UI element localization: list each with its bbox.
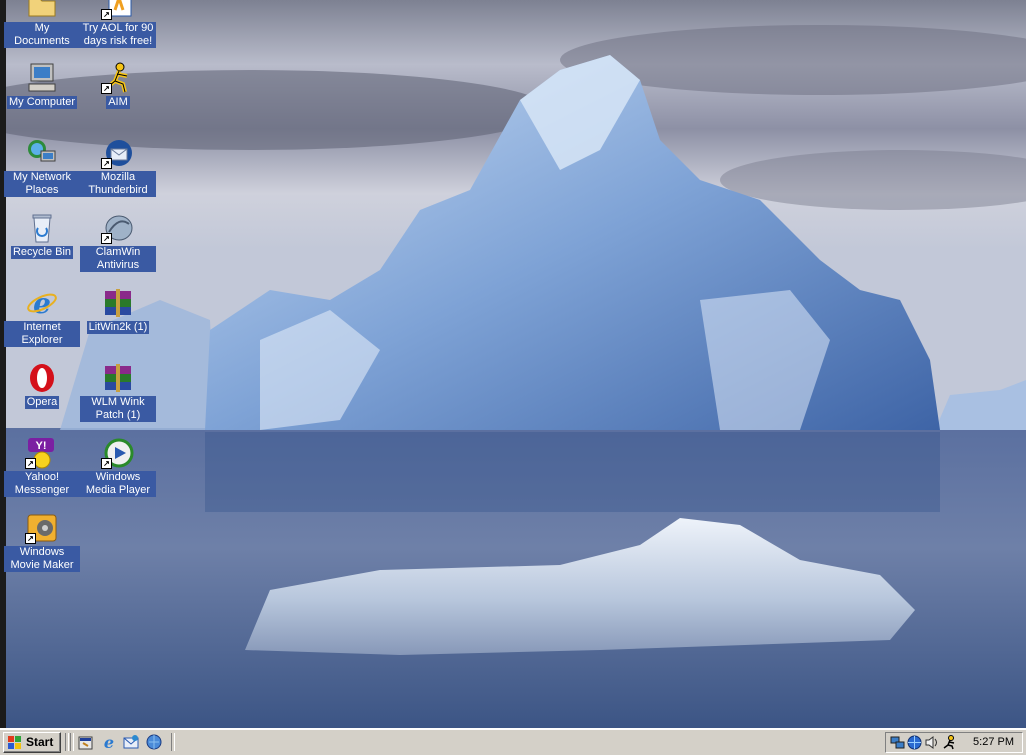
ie-icon: e [25, 287, 59, 320]
taskbar-separator [65, 733, 69, 751]
opera-icon [25, 362, 59, 394]
desktop-icon-windows-movie-maker[interactable]: ↗ Windows Movie Maker [4, 512, 80, 572]
aim-icon: ↗ [101, 62, 135, 94]
yahoo-messenger-icon: Y! ↗ [25, 437, 59, 469]
desktop-icon-mozilla-thunderbird[interactable]: ↗ Mozilla Thunderbird [80, 137, 156, 197]
taskbar: Start e 5:27 PM [0, 728, 1026, 755]
desktop-icon-opera[interactable]: Opera [4, 362, 80, 409]
desktop-icon-internet-explorer[interactable]: e Internet Explorer [4, 287, 80, 347]
shortcut-arrow-icon: ↗ [101, 83, 112, 94]
winrar-archive-icon [101, 287, 135, 319]
aim-tray-icon[interactable] [942, 735, 957, 750]
recycle-bin-icon [25, 212, 59, 244]
desktop-icon-label: Try AOL for 90 days risk free! [80, 22, 156, 48]
desktop-icon-label: Mozilla Thunderbird [80, 171, 156, 197]
desktop-icon-label: Opera [24, 396, 60, 409]
aol-icon: ↗ [101, 0, 135, 20]
desktop-icon-aim[interactable]: ↗ AIM [80, 62, 156, 109]
shortcut-arrow-icon: ↗ [101, 458, 112, 469]
network-icon [25, 137, 59, 169]
shortcut-arrow-icon: ↗ [101, 9, 112, 20]
start-label: Start [26, 735, 54, 749]
shortcut-arrow-icon: ↗ [25, 458, 36, 469]
globe-tray-icon[interactable] [907, 735, 922, 750]
system-tray: 5:27 PM [885, 732, 1023, 753]
shortcut-arrow-icon: ↗ [25, 533, 36, 544]
desktop-icon-label: My Documents [4, 22, 80, 48]
show-desktop-icon[interactable] [78, 734, 94, 750]
svg-text:e: e [33, 287, 51, 319]
network-tray-icon[interactable] [890, 735, 905, 750]
desktop-icon-label: My Computer [6, 96, 78, 109]
desktop-icon-my-network-places[interactable]: My Network Places [4, 137, 80, 197]
desktop-icon-wlm-wink-patch[interactable]: WLM Wink Patch (1) [80, 362, 156, 422]
windows-logo-icon [8, 736, 21, 749]
media-player-icon: ↗ [101, 437, 135, 469]
clock[interactable]: 5:27 PM [973, 736, 1014, 748]
web-browser-icon[interactable] [146, 734, 162, 750]
desktop-icon-label: Recycle Bin [10, 246, 74, 259]
desktop-icon-try-aol[interactable]: ↗ Try AOL for 90 days risk free! [80, 0, 156, 48]
shortcut-arrow-icon: ↗ [101, 158, 112, 169]
winrar-archive-icon [101, 362, 135, 394]
desktop-icon-clamwin-antivirus[interactable]: ↗ ClamWin Antivirus [80, 212, 156, 272]
folder-icon [25, 0, 59, 20]
desktop-icon-yahoo-messenger[interactable]: Y! ↗ Yahoo! Messenger [4, 437, 80, 497]
internet-explorer-icon[interactable]: e [101, 734, 117, 750]
desktop-icon-label: ClamWin Antivirus [80, 246, 156, 272]
svg-text:e: e [104, 734, 114, 750]
desktop-icon-litwin2k[interactable]: LitWin2k (1) [80, 287, 156, 334]
movie-maker-icon: ↗ [25, 512, 59, 544]
desktop-icon-windows-media-player[interactable]: ↗ Windows Media Player [80, 437, 156, 497]
computer-icon [25, 62, 59, 94]
clamwin-icon: ↗ [101, 212, 135, 244]
desktop-icon-label: My Network Places [4, 171, 80, 197]
desktop-icon-label: LitWin2k (1) [86, 321, 150, 334]
desktop[interactable]: My Documents My Computer My Network Plac… [0, 0, 1026, 728]
desktop-icon-my-computer[interactable]: My Computer [4, 62, 80, 109]
desktop-icon-label: WLM Wink Patch (1) [80, 396, 156, 422]
desktop-icon-label: Windows Movie Maker [4, 546, 80, 572]
taskbar-separator [171, 733, 175, 751]
desktop-icon-label: Windows Media Player [80, 471, 156, 497]
shortcut-arrow-icon: ↗ [101, 233, 112, 244]
desktop-icon-label: Yahoo! Messenger [4, 471, 80, 497]
desktop-icon-my-documents[interactable]: My Documents [4, 0, 80, 48]
desktop-icon-label: AIM [106, 96, 130, 109]
outlook-express-icon[interactable] [123, 734, 139, 750]
start-button[interactable]: Start [3, 732, 61, 753]
desktop-icon-label: Internet Explorer [4, 321, 80, 347]
desktop-icon-recycle-bin[interactable]: Recycle Bin [4, 212, 80, 259]
svg-text:Y!: Y! [36, 440, 47, 452]
volume-icon[interactable] [924, 735, 939, 750]
taskbar-separator [70, 733, 74, 751]
thunderbird-icon: ↗ [101, 137, 135, 169]
